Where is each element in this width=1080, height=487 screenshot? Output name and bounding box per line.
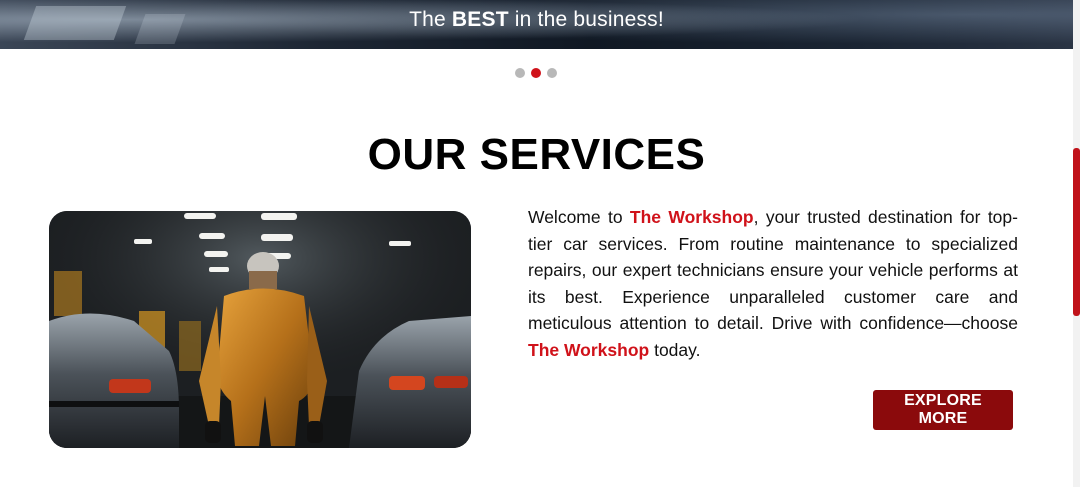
scrollbar-thumb[interactable] (1073, 148, 1080, 316)
brand-name: The Workshop (629, 207, 754, 227)
page: The BEST in the business! OUR SERVICES W… (0, 0, 1080, 487)
explore-more-button[interactable]: EXPLORE MORE (873, 390, 1013, 430)
carousel-dot[interactable] (547, 68, 557, 78)
hero-tagline: The BEST in the business! (409, 8, 664, 31)
carousel-dot[interactable] (515, 68, 525, 78)
carousel-dots (515, 68, 557, 78)
mechanic-illustration (49, 211, 471, 448)
hero-banner: The BEST in the business! (0, 0, 1073, 49)
mechanic-image (49, 211, 471, 448)
carousel-dot-active[interactable] (531, 68, 541, 78)
section-title: OUR SERVICES (367, 130, 706, 179)
services-description: Welcome to The Workshop, your trusted de… (528, 207, 1018, 360)
brand-name: The Workshop (528, 339, 650, 360)
